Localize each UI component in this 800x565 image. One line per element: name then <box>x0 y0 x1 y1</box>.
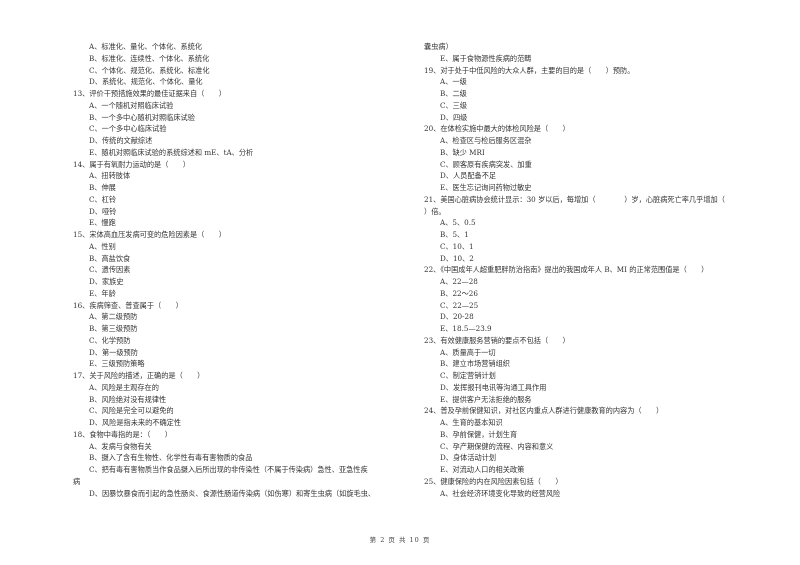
answer-option: E、提供客户无法拒绝的服务 <box>440 394 532 404</box>
question-line: 16、疾病筛查、普查属于（ ） <box>73 300 183 310</box>
answer-option: A、标准化、量化、个体化、系统化 <box>89 42 203 51</box>
answer-option: B、缺少 MRI <box>440 147 485 157</box>
question-line: 21、美国心脏病协会统计显示：30 岁以后，每增加（ ）岁，心脏病死亡率几乎增加… <box>424 194 725 204</box>
answer-option: C、10、1 <box>440 241 474 251</box>
answer-option: E、医生忘记询问药物过敏史 <box>440 183 532 192</box>
answer-option: B、高盐饮食 <box>89 253 131 263</box>
answer-option: A、质量高于一切 <box>440 347 496 357</box>
page-number: 第 2 页 共 10 页 <box>369 536 431 544</box>
answer-option: C、遗传因素 <box>89 265 131 275</box>
right-column: 囊虫病） E、属于食物源性疾病的范畴 19、对于处于中低风险的大众人群，主要的目的是… <box>424 41 774 499</box>
answer-option: A、22—28 <box>440 277 478 286</box>
answer-option: B、风险绝对没有规律性 <box>89 394 167 404</box>
answer-option: C、三级 <box>440 100 468 110</box>
answer-option: D、系统化、规范化、个体化、量化 <box>89 77 203 87</box>
question-line: 病 <box>73 476 81 486</box>
answer-option: E、随机对照临床试验的系统综述和 mE、tA、分析 <box>89 147 254 157</box>
answer-option: B、一个多中心随机对照临床试验 <box>89 112 195 122</box>
question-line: 17、关于风险的描述，正确的是（ ） <box>73 371 205 380</box>
question-line: 23、有效健康服务营销的要点不包括（ ） <box>424 335 570 345</box>
answer-option: B、摄入了含有生物性、化学性有毒有害物质的食品 <box>89 453 253 463</box>
answer-option: E、三级预防策略 <box>89 359 145 369</box>
answer-option: D、10、2 <box>440 253 474 263</box>
question-line: 18、食物中毒指的是：（ ） <box>73 429 172 439</box>
question-line: 囊虫病） <box>424 42 453 51</box>
question-line: 20、在体检实施中最大的体检风险是（ ） <box>424 124 570 134</box>
answer-option: C、风险是完全可以避免的 <box>89 406 174 416</box>
answer-option: A、风险是主观存在的 <box>89 382 159 392</box>
question-line: 25、健康保险的内在风险因素包括（ ） <box>424 476 563 486</box>
question-line: 13、评价干预措施效果的最佳证据来自（ ） <box>73 89 226 98</box>
answer-option: C、一个多中心临床试验 <box>89 124 167 134</box>
question-line: 19、对于处于中低风险的大众人群，主要的目的是（ ）预防。 <box>424 65 635 75</box>
answer-option: B、孕前保健，计划生育 <box>440 429 518 439</box>
answer-option: A、生育的基本知识 <box>440 418 503 427</box>
answer-option: D、哑铃 <box>89 206 117 216</box>
answer-option: E、慢跑 <box>89 218 116 228</box>
question-line: 24、普及孕前保健知识，对社区内重点人群进行健康教育的内容为（ ） <box>424 406 664 416</box>
answer-option: B、第三级预防 <box>89 324 138 333</box>
answer-option: D、发挥报刊电讯等沟通工具作用 <box>440 382 547 392</box>
answer-option: A、一级 <box>440 77 467 87</box>
answer-option: C、制定营销计划 <box>440 371 496 380</box>
answer-option: A、社会经济环境变化导致的经营风险 <box>440 488 561 498</box>
answer-option: D、人员配备不足 <box>440 171 497 181</box>
answer-option: C、个体化、规范化、系统化、标准化 <box>89 65 210 75</box>
answer-option: A、发病与食物有关 <box>89 441 152 451</box>
question-line: ）倍。 <box>424 206 446 216</box>
answer-option: D、四级 <box>440 112 468 122</box>
question-line: 22、《中国成年人超重肥胖防治指南》提出的我国成年人 B、MI 的正常范围值是（… <box>424 265 709 275</box>
answer-option: A、第二级预防 <box>89 312 138 322</box>
answer-option: B、伸展 <box>89 183 116 192</box>
answer-option: A、一个随机对照临床试验 <box>89 100 174 110</box>
question-line: 14、属于有氧耐力运动的是（ ） <box>73 159 190 169</box>
answer-option: D、因暴饮暴食而引起的急性肠炎、食源性肠道传染病（如伤寒）和寄生虫病（如旋毛虫、 <box>89 488 376 498</box>
answer-option: C、22—25 <box>440 300 479 310</box>
answer-option: C、杠铃 <box>89 194 117 204</box>
answer-option: A、性别 <box>89 241 116 251</box>
answer-option: E、18.5—23.9 <box>440 324 492 333</box>
answer-option: E、对流动人口的相关政策 <box>440 465 525 474</box>
answer-option: E、年龄 <box>89 288 116 298</box>
answer-option: D、家族史 <box>89 277 124 286</box>
answer-option: A、检查区与检后服务区混杂 <box>440 136 532 145</box>
answer-option: C、化学预防 <box>89 335 131 345</box>
answer-option: B、22～26 <box>440 288 478 298</box>
answer-option: D、身体活动计划 <box>440 453 497 463</box>
answer-option: A、扭转肢体 <box>89 171 131 181</box>
answer-option: B、5、1 <box>440 230 469 239</box>
answer-option: B、标准化、连续性、个体化、系统化 <box>89 53 210 63</box>
answer-option: E、属于食物源性疾病的范畴 <box>440 53 532 63</box>
left-column: A、标准化、量化、个体化、系统化 B、标准化、连续性、个体化、系统化 C、个体化、规… <box>73 41 423 499</box>
answer-option: D、传统的文献综述 <box>89 136 153 145</box>
answer-option: B、建立市场营销组织 <box>440 359 510 369</box>
answer-option: D、20-28 <box>440 312 474 322</box>
answer-option: B、二级 <box>440 89 467 98</box>
answer-option: C、把有毒有害物质当作食品摄入后所出现的非传染性（不属于传染病）急性、亚急性疾 <box>89 465 368 474</box>
answer-option: C、孕产期保健的流程、内容和意义 <box>440 441 554 451</box>
question-line: 15、宋体高血压发病可变的危险因素是（ ） <box>73 230 226 239</box>
exam-page: A、标准化、量化、个体化、系统化 B、标准化、连续性、个体化、系统化 C、个体化、规… <box>0 0 800 565</box>
answer-option: A、5、0.5 <box>440 218 476 228</box>
answer-option: D、风险是指未来的不确定性 <box>89 418 182 427</box>
answer-option: D、第一级预防 <box>89 347 138 357</box>
answer-option: C、顾客原有疾病突发、加重 <box>440 159 532 169</box>
